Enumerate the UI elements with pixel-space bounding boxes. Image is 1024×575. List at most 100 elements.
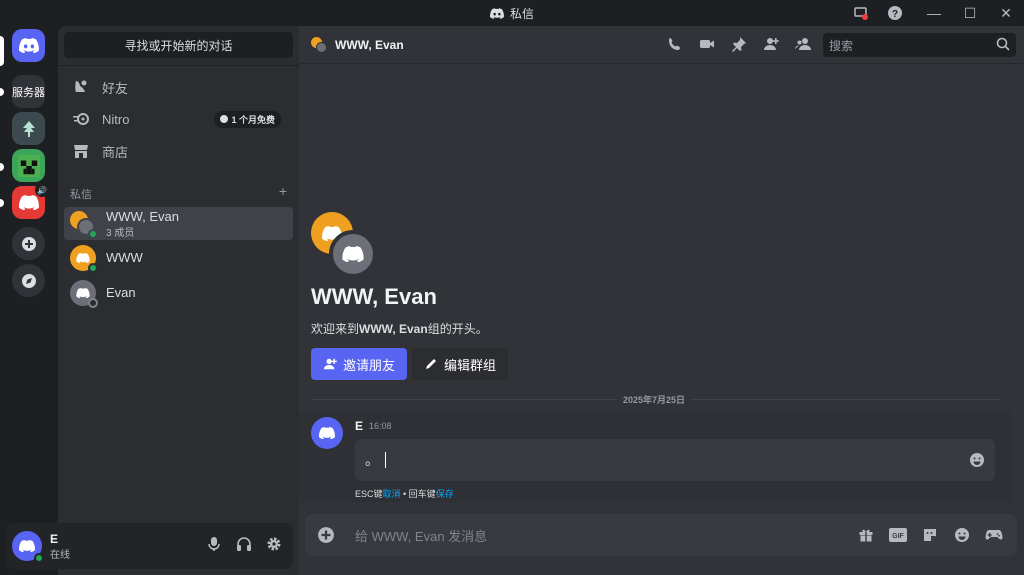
headphones-button[interactable] — [235, 535, 253, 553]
help-icon[interactable]: ? — [882, 0, 908, 26]
dm-name: WWW — [106, 250, 143, 265]
create-dm-button[interactable]: + — [279, 184, 287, 202]
status-online — [34, 553, 44, 563]
home-button[interactable] — [12, 29, 45, 62]
message-edit-value: 。 — [365, 452, 379, 468]
minimize-button[interactable]: — — [916, 0, 952, 26]
maximize-button[interactable]: ☐ — [952, 0, 988, 26]
avatar — [70, 244, 98, 273]
compass-icon — [21, 273, 36, 288]
activities-button[interactable] — [985, 526, 1003, 544]
mic-button[interactable] — [205, 535, 223, 553]
edit-group-button[interactable]: 编辑群组 — [412, 348, 509, 380]
avatar-gray — [316, 41, 327, 53]
window-title-text: 私信 — [509, 6, 534, 21]
invite-friends-label: 邀请朋友 — [343, 357, 396, 373]
voice-call-button[interactable] — [666, 35, 684, 53]
search-icon — [996, 37, 1010, 51]
gamepad-icon — [985, 530, 1003, 540]
add-user-icon — [764, 38, 779, 50]
hint-esc: ESC键 — [355, 489, 383, 499]
video-call-button[interactable] — [698, 35, 716, 53]
friends-icon — [75, 80, 87, 92]
search-input[interactable]: 搜索 — [823, 33, 1016, 57]
nav-friends[interactable]: 好友 — [64, 72, 293, 102]
pencil-icon — [426, 359, 436, 369]
svg-text:?: ? — [892, 9, 898, 20]
user-avatar[interactable] — [12, 531, 44, 563]
discover-button[interactable] — [12, 264, 45, 297]
nitro-badge-text: 1 个月免费 — [231, 114, 275, 125]
plus-circle-icon — [318, 527, 334, 543]
message-item[interactable]: E 16:08 。 ESC键取消 • 回车键保存 — [299, 412, 1011, 502]
user-name: E — [50, 531, 59, 546]
group-avatar — [311, 36, 327, 53]
chat-header-title: WWW, Evan — [335, 37, 404, 52]
sticker-icon — [924, 529, 936, 541]
title-bar: 私信 ? — ☐ ✕ — [0, 0, 1024, 26]
shop-icon — [74, 145, 88, 158]
video-camera-icon — [700, 40, 714, 48]
welcome-title: WWW, Evan — [311, 284, 437, 309]
nav-shop[interactable]: 商店 — [64, 136, 293, 166]
clock-icon — [220, 115, 229, 123]
unread-pill — [0, 163, 4, 171]
gif-button[interactable]: GIF — [889, 526, 907, 544]
server-minecraft[interactable] — [12, 149, 45, 182]
gift-icon — [859, 529, 873, 542]
emoji-icon[interactable] — [969, 452, 985, 468]
dm-item-evan[interactable]: Evan — [64, 276, 293, 309]
sticker-button[interactable] — [921, 526, 939, 544]
screen-share-alert-icon[interactable] — [848, 0, 874, 26]
date-divider-label: 2025年7月25日 — [617, 393, 692, 406]
cancel-edit-link[interactable]: 取消 — [383, 489, 401, 499]
welcome-text-group: WWW, Evan — [359, 322, 428, 336]
discord-logo-icon — [19, 540, 35, 552]
status-online — [88, 228, 98, 239]
add-friends-to-dm-button[interactable] — [762, 35, 780, 53]
add-server-button[interactable] — [12, 227, 45, 260]
nav-nitro-label: Nitro — [102, 111, 130, 127]
nitro-badge: 1 个月免费 — [214, 110, 281, 128]
server-tree[interactable] — [12, 112, 45, 145]
welcome-text-suffix: 组的开头。 — [427, 322, 488, 336]
search-placeholder: 搜索 — [829, 38, 854, 53]
dm-item-group[interactable]: WWW, Evan 3 成员 — [64, 207, 293, 240]
server-red[interactable]: 🔊 — [12, 183, 49, 219]
plus-circle-icon — [21, 236, 36, 251]
dm-sidebar: 寻找或开始新的对话 好友 Nitro 1 个月免费 商店 私信 + WWW, E… — [58, 26, 299, 575]
headphones-icon — [237, 537, 251, 551]
hint-enter: • 回车键 — [400, 489, 436, 499]
save-edit-link[interactable]: 保存 — [436, 489, 454, 499]
message-composer: 给 WWW, Evan 发消息 GIF — [305, 514, 1017, 556]
upload-button[interactable] — [305, 514, 347, 556]
edit-hint: ESC键取消 • 回车键保存 — [355, 487, 454, 500]
dm-name: Evan — [106, 285, 136, 300]
server-folder[interactable]: 的服务器 — [12, 75, 45, 108]
tree-icon — [22, 120, 35, 137]
message-timestamp: 16:08 — [369, 421, 392, 431]
settings-button[interactable] — [265, 535, 283, 553]
add-user-icon — [323, 358, 337, 370]
message-edit-input[interactable]: 。 — [355, 439, 995, 481]
emoji-button[interactable] — [953, 526, 971, 544]
gif-icon: GIF — [889, 528, 907, 542]
pinned-messages-button[interactable] — [730, 35, 748, 53]
svg-text:GIF: GIF — [892, 533, 904, 540]
message-author[interactable]: E — [355, 419, 363, 433]
close-button[interactable]: ✕ — [988, 0, 1024, 26]
server-folder-label: 的服务器 — [12, 86, 45, 99]
nav-nitro[interactable]: Nitro 1 个月免费 — [64, 104, 293, 134]
gift-button[interactable] — [857, 526, 875, 544]
dm-item-www[interactable]: WWW — [64, 241, 293, 274]
gear-icon — [267, 537, 281, 551]
mascot-icon — [18, 195, 39, 210]
avatar — [70, 279, 98, 308]
message-input[interactable]: 给 WWW, Evan 发消息 — [355, 526, 487, 545]
invite-friends-button[interactable]: 邀请朋友 — [311, 348, 408, 380]
find-conversation-button[interactable]: 寻找或开始新的对话 — [64, 32, 293, 58]
message-avatar[interactable] — [311, 417, 343, 449]
dm-section-header: 私信 + — [70, 184, 287, 202]
discord-logo-icon — [342, 246, 364, 262]
member-list-button[interactable] — [794, 35, 812, 53]
